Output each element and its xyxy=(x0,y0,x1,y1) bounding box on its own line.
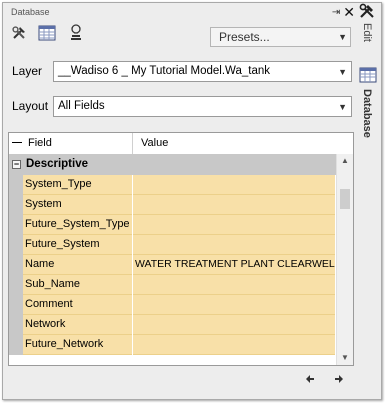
chevron-down-icon: ▼ xyxy=(338,32,347,42)
database-panel: Database ⇥ ✕ Presets... ▼ Layer __Wadiso… xyxy=(2,2,382,400)
row-gutter xyxy=(9,335,23,355)
layout-label: Layout xyxy=(12,99,49,113)
property-grid: — Field Value − Descriptive System_Type S… xyxy=(8,132,354,366)
vertical-scrollbar[interactable]: ▲ ▼ xyxy=(336,154,353,365)
pin-icon[interactable]: ⇥ xyxy=(332,7,340,18)
presets-label: Presets... xyxy=(219,30,270,44)
tab-edit[interactable]: Edit xyxy=(361,23,373,42)
table-row[interactable]: Comment xyxy=(9,295,353,315)
field-name-cell[interactable]: Future_System_Type xyxy=(23,215,132,235)
field-column-header[interactable]: Field xyxy=(28,137,52,149)
chevron-down-icon: ▼ xyxy=(338,67,347,77)
table-row[interactable]: Future_System xyxy=(9,235,353,255)
field-value-cell[interactable] xyxy=(133,335,335,355)
scroll-thumb[interactable] xyxy=(340,189,350,209)
row-gutter xyxy=(9,295,23,315)
field-value-cell[interactable] xyxy=(133,295,335,315)
field-value-cell[interactable] xyxy=(133,235,335,255)
field-value-cell[interactable] xyxy=(133,175,335,195)
field-name-cell[interactable]: Future_System xyxy=(23,235,132,255)
field-name-cell[interactable]: System_Type xyxy=(23,175,132,195)
field-value-cell[interactable]: WATER TREATMENT PLANT CLEARWELL xyxy=(133,255,335,275)
close-icon[interactable]: ✕ xyxy=(343,5,355,19)
row-gutter xyxy=(9,235,23,255)
table-row[interactable]: Name WATER TREATMENT PLANT CLEARWELL xyxy=(9,255,353,275)
row-gutter xyxy=(9,255,23,275)
field-name-cell[interactable]: Sub_Name xyxy=(23,275,132,295)
field-name-cell[interactable]: System xyxy=(23,195,132,215)
category-label: Descriptive xyxy=(26,158,89,170)
properties-tools-icon[interactable] xyxy=(359,3,375,22)
row-gutter xyxy=(9,195,23,215)
scroll-up-icon[interactable]: ▲ xyxy=(337,154,353,168)
chevron-down-icon: ▼ xyxy=(338,102,347,112)
table-row[interactable]: Sub_Name xyxy=(9,275,353,295)
panel-title: Database xyxy=(11,7,50,17)
layout-value: All Fields xyxy=(58,100,105,112)
grid-rows: System_Type System Future_System_Type Futur… xyxy=(9,175,353,355)
row-gutter xyxy=(9,215,23,235)
layout-select[interactable]: All Fields ▼ xyxy=(53,96,352,117)
presets-dropdown[interactable]: Presets... ▼ xyxy=(210,27,351,47)
field-name-cell[interactable]: Comment xyxy=(23,295,132,315)
value-column-header[interactable]: Value xyxy=(141,137,168,149)
row-gutter xyxy=(9,275,23,295)
layer-label: Layer xyxy=(12,64,43,78)
field-value-cell[interactable] xyxy=(133,195,335,215)
table-row[interactable]: Future_System_Type xyxy=(9,215,353,235)
table-row[interactable]: System xyxy=(9,195,353,215)
collapse-all-icon[interactable]: — xyxy=(12,138,22,149)
row-gutter xyxy=(9,315,23,335)
grid-header: — Field Value xyxy=(9,133,353,155)
field-name-cell[interactable]: Name xyxy=(23,255,132,275)
table-row[interactable]: Network xyxy=(9,315,353,335)
grid-view-icon[interactable] xyxy=(359,67,377,83)
tools-icon[interactable] xyxy=(9,23,29,43)
field-value-cell[interactable] xyxy=(133,315,335,335)
table-icon[interactable] xyxy=(37,23,57,43)
row-gutter xyxy=(9,175,23,195)
layer-select[interactable]: __Wadiso 6 _ My Tutorial Model.Wa_tank ▼ xyxy=(53,61,352,82)
window-buttons: ⇥ ✕ xyxy=(332,3,375,22)
category-row[interactable]: − Descriptive xyxy=(9,155,353,175)
table-row[interactable]: System_Type xyxy=(9,175,353,195)
field-name-cell[interactable]: Network xyxy=(23,315,132,335)
next-record-icon[interactable] xyxy=(334,374,344,387)
tab-database[interactable]: Database xyxy=(361,89,373,138)
layer-value: __Wadiso 6 _ My Tutorial Model.Wa_tank xyxy=(58,65,270,77)
previous-record-icon[interactable] xyxy=(305,374,315,387)
collapse-icon[interactable]: − xyxy=(12,160,21,169)
table-row[interactable]: Future_Network xyxy=(9,335,353,355)
lamp-icon[interactable] xyxy=(66,23,86,43)
field-name-cell[interactable]: Future_Network xyxy=(23,335,132,355)
scroll-down-icon[interactable]: ▼ xyxy=(337,351,353,365)
column-divider[interactable] xyxy=(132,133,133,154)
field-value-cell[interactable] xyxy=(133,275,335,295)
field-value-cell[interactable] xyxy=(133,215,335,235)
